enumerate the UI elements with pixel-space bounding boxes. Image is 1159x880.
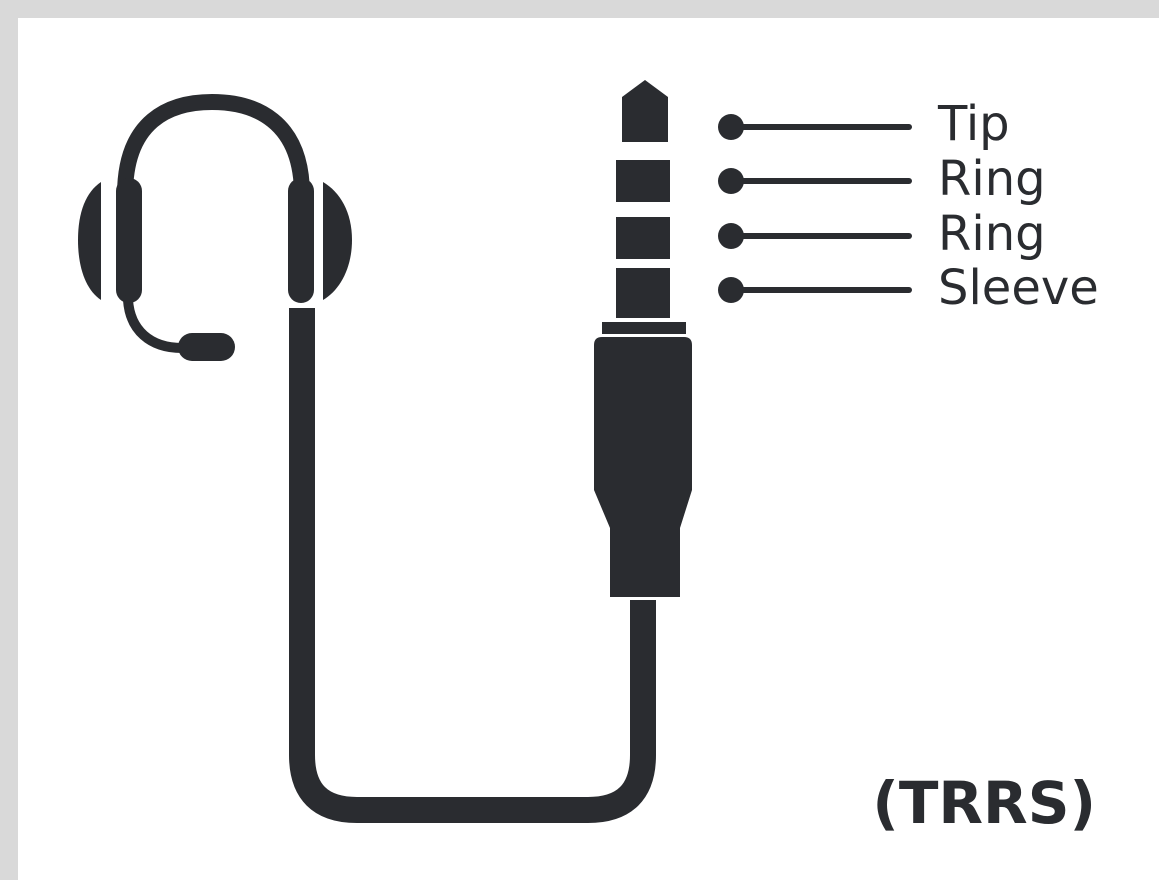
ring1-label: Ring bbox=[938, 151, 1046, 207]
tip-label: Tip bbox=[937, 96, 1010, 152]
sleeve-leader bbox=[718, 277, 912, 303]
tip-leader bbox=[718, 114, 912, 140]
cable-icon bbox=[289, 308, 656, 823]
ring1-leader bbox=[718, 168, 912, 194]
audio-jack-icon bbox=[594, 80, 692, 597]
trrs-label: (TRRS) bbox=[872, 769, 1096, 837]
sleeve-label: Sleeve bbox=[938, 260, 1099, 316]
trrs-diagram: Tip Ring Ring Sleeve (TRRS) bbox=[78, 80, 1099, 837]
ring2-label: Ring bbox=[938, 206, 1046, 262]
ring2-leader bbox=[718, 223, 912, 249]
